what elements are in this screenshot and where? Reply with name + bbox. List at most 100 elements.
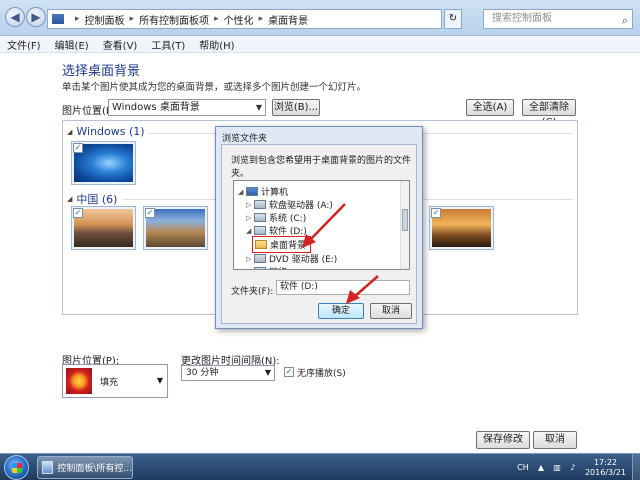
menu-view[interactable]: 查看(V) (96, 37, 145, 52)
refresh-button[interactable]: ↻ (444, 9, 462, 29)
dialog-prompt: 浏览到包含您希望用于桌面背景的图片的文件夹。 (231, 156, 412, 179)
change-interval-select[interactable]: 30 分钟 ▼ (181, 365, 275, 381)
folder-label: 文件夹(F): (231, 287, 274, 297)
windows-logo-icon (12, 463, 22, 473)
volume-icon[interactable]: ♪ (568, 463, 578, 473)
change-interval-value: 30 分钟 (186, 368, 219, 378)
picture-location-value: Windows 桌面背景 (112, 102, 200, 113)
select-all-button[interactable]: 全选(A) (466, 99, 514, 116)
collapse-triangle-icon: ◢ (67, 195, 73, 203)
control-panel-icon (42, 461, 54, 474)
tree-scrollbar[interactable] (400, 181, 409, 269)
group-header-china[interactable]: ◢ 中国 (6) (67, 191, 117, 207)
expanded-arrow-icon: ◢ (246, 226, 252, 235)
breadcrumb-desktop-background[interactable]: 桌面背景 (268, 12, 308, 27)
show-desktop-button[interactable] (632, 454, 640, 480)
breadcrumb-separator: ▸ (75, 14, 80, 24)
tree-item-network[interactable]: ▷ 网络 (246, 265, 287, 270)
thumbnail-checkbox[interactable]: ✓ (431, 208, 441, 218)
dvd-drive-icon (254, 254, 266, 263)
ok-button[interactable]: 确定 (318, 303, 364, 319)
show-hidden-icons-icon[interactable]: ▲ (536, 463, 546, 473)
network-icon (254, 267, 266, 269)
tree-item-label: DVD 驱动器 (E:) (269, 255, 338, 265)
chevron-down-icon: ▼ (156, 376, 163, 385)
tree-item-desktop-background[interactable]: 桌面背景 (252, 236, 312, 253)
language-indicator[interactable]: CH (516, 463, 530, 473)
tree-item-system-c[interactable]: ▷ 系统 (C:) (246, 211, 306, 224)
start-button[interactable] (4, 455, 29, 480)
picture-position-select[interactable]: 填充 ▼ (62, 364, 168, 398)
scrollbar-thumb[interactable] (402, 209, 408, 231)
breadcrumb-separator: ▸ (214, 14, 219, 24)
folder-input[interactable]: 软件 (D:) (276, 280, 410, 295)
dialog-cancel-button[interactable]: 取消 (370, 303, 412, 319)
breadcrumb-all-items[interactable]: 所有控制面板项 (139, 12, 209, 27)
group-name: 中国 (6) (76, 193, 118, 206)
thumbnail-checkbox[interactable]: ✓ (73, 143, 83, 153)
menu-file[interactable]: 文件(F) (0, 37, 48, 52)
system-tray: CH ▲ ▥ ♪ 17:22 2016/3/21 (513, 454, 640, 480)
hard-drive-icon (254, 226, 266, 235)
group-name: Windows (1) (76, 125, 145, 138)
thumbnail-checkbox[interactable]: ✓ (73, 208, 83, 218)
folder-tree[interactable]: ◢ 计算机 ▷ 软盘驱动器 (A:) ▷ 系统 (C:) ◢ 软件 (D:) 桌… (233, 180, 410, 270)
clock[interactable]: 17:22 2016/3/21 (585, 458, 626, 478)
shuffle-checkbox[interactable]: ✓ (284, 367, 294, 377)
back-arrow-icon: ◀ (10, 10, 20, 24)
network-icon[interactable]: ▥ (552, 463, 562, 473)
tree-item-label: 软盘驱动器 (A:) (269, 201, 333, 211)
hard-drive-icon (254, 213, 266, 222)
refresh-icon: ↻ (448, 13, 458, 24)
taskbar-item-control-panel[interactable]: 控制面板\所有控... (37, 456, 133, 479)
tree-item-label: 桌面背景 (270, 241, 307, 251)
browse-button[interactable]: 浏览(B)... (272, 99, 320, 116)
cancel-button[interactable]: 取消 (533, 431, 577, 449)
wallpaper-thumbnail[interactable]: ✓ (71, 206, 136, 250)
page-description: 单击某个图片使其成为您的桌面背景，或选择多个图片创建一个幻灯片。 (62, 82, 367, 93)
fill-preview-image (66, 368, 92, 394)
expanded-arrow-icon: ◢ (238, 187, 244, 196)
wallpaper-thumbnail[interactable]: ✓ (429, 206, 494, 250)
tree-item-computer[interactable]: ◢ 计算机 (238, 185, 288, 198)
save-changes-button[interactable]: 保存修改 (476, 431, 530, 449)
taskbar: 控制面板\所有控... CH ▲ ▥ ♪ 17:22 2016/3/21 (0, 453, 640, 480)
menu-edit[interactable]: 编辑(E) (48, 37, 96, 52)
menu-help[interactable]: 帮助(H) (192, 37, 241, 52)
back-button[interactable]: ◀ (5, 7, 25, 27)
tree-item-label: 计算机 (261, 188, 289, 198)
tree-item-dvd-e[interactable]: ▷ DVD 驱动器 (E:) (246, 252, 337, 265)
breadcrumb-control-panel[interactable]: 控制面板 (85, 12, 125, 27)
forward-button[interactable]: ▶ (26, 7, 46, 27)
collapsed-arrow-icon: ▷ (246, 254, 252, 263)
floppy-drive-icon (254, 200, 266, 209)
search-icon[interactable]: ⌕ (622, 12, 628, 30)
clock-time: 17:22 (593, 457, 618, 467)
menu-bar: 文件(F) 编辑(E) 查看(V) 工具(T) 帮助(H) (0, 36, 640, 53)
address-bar[interactable]: ▸ 控制面板 ▸ 所有控制面板项 ▸ 个性化 ▸ 桌面背景 (47, 9, 442, 29)
wallpaper-thumbnail[interactable]: ✓ (143, 206, 208, 250)
breadcrumb-personalization[interactable]: 个性化 (224, 12, 254, 27)
thumbnail-checkbox[interactable]: ✓ (145, 208, 155, 218)
clear-all-button[interactable]: 全部清除(C) (522, 99, 576, 128)
forward-arrow-icon: ▶ (31, 10, 41, 24)
window-titlebar: ◀ ▶ ▸ 控制面板 ▸ 所有控制面板项 ▸ 个性化 ▸ 桌面背景 ↻ 搜索控制… (0, 0, 640, 36)
collapsed-arrow-icon: ▷ (246, 268, 254, 270)
picture-location-select[interactable]: Windows 桌面背景 ▼ (108, 99, 266, 116)
wallpaper-thumbnail[interactable]: ✓ (71, 141, 136, 185)
tree-item-floppy[interactable]: ▷ 软盘驱动器 (A:) (246, 198, 333, 211)
shuffle-label[interactable]: 无序播放(S) (297, 366, 346, 379)
search-placeholder: 搜索控制面板 (492, 13, 552, 24)
search-input[interactable]: 搜索控制面板 ⌕ (483, 9, 633, 29)
tree-item-label: 网络 (269, 265, 287, 269)
menu-tools[interactable]: 工具(T) (144, 37, 192, 52)
breadcrumb-separator: ▸ (258, 14, 264, 24)
taskbar-item-label: 控制面板\所有控... (57, 464, 132, 474)
dialog-body: 浏览到包含您希望用于桌面背景的图片的文件夹。 ◢ 计算机 ▷ 软盘驱动器 (A:… (221, 144, 417, 324)
breadcrumb-separator: ▸ (129, 14, 135, 24)
tree-item-label: 系统 (C:) (269, 214, 307, 224)
dialog-title: 浏览文件夹 (222, 134, 268, 144)
clock-date: 2016/3/21 (584, 467, 626, 477)
picture-position-value: 填充 (100, 378, 119, 388)
group-header-windows[interactable]: ◢ Windows (1) (67, 125, 145, 138)
